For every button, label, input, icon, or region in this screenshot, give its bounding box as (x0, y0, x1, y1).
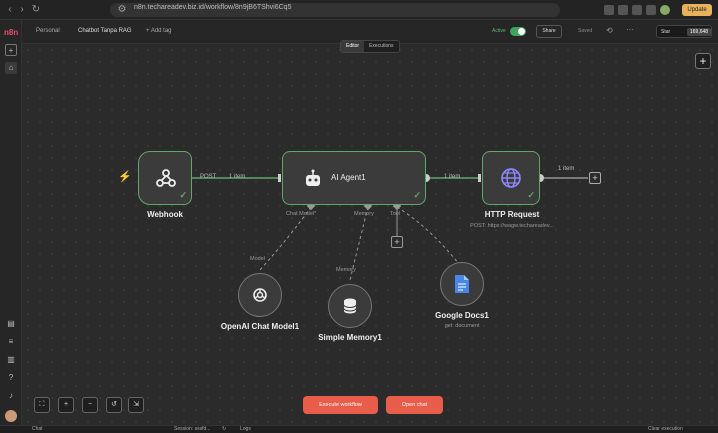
star-label: Star (661, 29, 671, 35)
address-bar[interactable]: ⚙ n8n.techareadev.biz.id/workflow/8n9jB6… (110, 3, 560, 17)
google-docs-node[interactable] (440, 262, 484, 306)
success-check-icon: ✓ (413, 190, 421, 200)
workflow-canvas[interactable]: Editor Executions + ⚡ ✓ Webhook POST 1 i… (22, 40, 718, 425)
back-icon[interactable]: ‹ (4, 4, 16, 16)
insights-icon[interactable]: ▥ (5, 354, 17, 366)
input-port (278, 174, 281, 182)
webhook-icon (156, 169, 176, 187)
http-request-subtitle: POST: https://wagw.techareadev... (470, 223, 554, 229)
chat-panel-label[interactable]: Chat (32, 426, 43, 432)
notifications-icon[interactable]: ♪ (5, 390, 17, 402)
extension-icon[interactable] (632, 5, 642, 15)
open-chat-button[interactable]: Open chat (386, 396, 443, 414)
update-button[interactable]: Update (682, 4, 712, 16)
database-icon (343, 298, 357, 314)
open-chat-label: Open chat (401, 402, 428, 408)
simple-memory-label: Simple Memory1 (318, 333, 382, 342)
openai-chat-model-label: OpenAI Chat Model1 (220, 322, 300, 331)
fit-view-button[interactable]: ⛶ (34, 397, 50, 413)
openai-chat-model-node[interactable] (238, 273, 282, 317)
openai-icon (253, 288, 267, 302)
edge-item-count: 1 item (229, 174, 246, 180)
memory-input-label: Memory (336, 267, 356, 273)
webhook-label: Webhook (147, 210, 183, 219)
simple-memory-node[interactable] (328, 284, 372, 328)
logs-panel-label[interactable]: Logs (240, 426, 251, 432)
active-toggle[interactable] (510, 27, 526, 36)
trigger-bolt-icon: ⚡ (118, 171, 132, 183)
input-port (478, 174, 481, 182)
execute-workflow-button[interactable]: Execute workflow (303, 396, 378, 414)
edge-item-count: 1 item (444, 174, 461, 180)
help-icon[interactable]: ? (5, 372, 17, 384)
http-request-node[interactable]: ✓ (482, 151, 540, 205)
memory-port-label: Memory (354, 211, 374, 217)
chat-model-port-label: Chat Model* (286, 211, 317, 217)
github-star-button[interactable]: Star 169,648 (656, 25, 712, 38)
http-request-label: HTTP Request (484, 210, 540, 219)
logs-bar: Chat Session: sssfd... ↻ Logs Clear exec… (0, 425, 718, 433)
add-next-node-button[interactable]: + (589, 172, 601, 184)
zoom-in-button[interactable]: + (58, 397, 74, 413)
refresh-session-icon[interactable]: ↻ (222, 426, 226, 432)
more-options-icon[interactable]: ··· (626, 25, 634, 34)
variables-icon[interactable]: ≡ (5, 336, 17, 348)
saved-status: Saved (578, 28, 593, 34)
reset-zoom-button[interactable]: ↺ (106, 397, 122, 413)
tidy-up-button[interactable]: ⇲ (128, 397, 144, 413)
extension-icon[interactable] (618, 5, 628, 15)
ai-agent-label: AI Agent1 (331, 173, 366, 182)
n8n-logo[interactable]: n8n (4, 26, 18, 40)
webhook-node[interactable]: ✓ (138, 151, 192, 205)
home-icon[interactable]: ⌂ (5, 62, 17, 74)
session-label: Session: sssfd... (174, 426, 211, 432)
workflow-name[interactable]: Chatbot Tanpa RAG (78, 28, 132, 34)
success-check-icon: ✓ (179, 190, 187, 200)
sidebar: n8n + ⌂ ▤ ≡ ▥ ? ♪ (0, 20, 22, 425)
edge-post-label: POST (200, 174, 217, 180)
add-tool-button[interactable]: + (391, 236, 403, 248)
browser-toolbar: ‹ › ↻ ⚙ n8n.techareadev.biz.id/workflow/… (0, 0, 718, 20)
breadcrumb-owner[interactable]: Personal (36, 28, 60, 34)
templates-icon[interactable]: ▤ (5, 318, 17, 330)
add-tag-link[interactable]: + Add tag (146, 28, 172, 34)
avatar[interactable] (5, 410, 17, 422)
google-docs-label: Google Docs1 (435, 311, 489, 320)
google-docs-subtitle: get: document (444, 323, 480, 329)
extension-icon[interactable] (646, 5, 656, 15)
active-label: Active (492, 28, 506, 34)
profile-icon[interactable] (660, 5, 670, 15)
history-icon[interactable]: ⟲ (606, 26, 613, 35)
robot-icon (306, 169, 320, 186)
forward-icon[interactable]: › (16, 4, 28, 16)
execute-workflow-label: Execute workflow (319, 402, 362, 408)
url-text: n8n.techareadev.biz.id/workflow/8n9jB6TS… (134, 4, 292, 11)
site-info-icon[interactable]: ⚙ (116, 4, 128, 16)
share-button[interactable]: Share (536, 25, 562, 38)
clear-execution-button[interactable]: Clear execution (648, 426, 683, 432)
tool-port-label: Tool (390, 211, 401, 217)
zoom-out-button[interactable]: − (82, 397, 98, 413)
model-port-label: Model (250, 256, 265, 262)
docs-icon (455, 275, 469, 293)
connections-layer (178, 174, 588, 281)
success-check-icon: ✓ (527, 190, 535, 200)
globe-icon (501, 168, 521, 188)
ai-agent-node[interactable]: AI Agent1 ✓ (282, 151, 426, 205)
connection-tool (396, 206, 463, 269)
reload-icon[interactable]: ↻ (30, 4, 42, 16)
edge-item-count: 1 item (558, 166, 575, 172)
create-icon[interactable]: + (5, 44, 17, 56)
star-count: 169,648 (687, 28, 712, 36)
extension-icon[interactable] (604, 5, 614, 15)
